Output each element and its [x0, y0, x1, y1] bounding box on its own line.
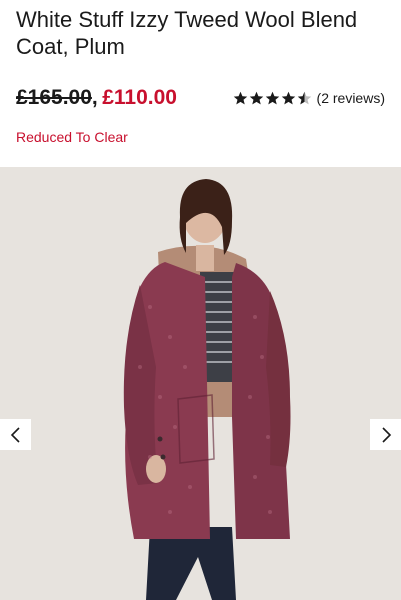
chevron-right-icon	[381, 426, 391, 443]
star-icon	[233, 91, 247, 104]
chevron-left-icon	[10, 426, 20, 443]
product-page: White Stuff Izzy Tweed Wool Blend Coat, …	[0, 0, 401, 600]
star-icon	[249, 91, 263, 104]
star-icon	[297, 91, 311, 104]
promo-label: Reduced To Clear	[16, 129, 128, 145]
star-icon	[281, 91, 295, 104]
sale-price: £110.00	[102, 86, 177, 109]
product-image	[0, 167, 401, 600]
prices: £165.00, £110.00	[16, 84, 177, 114]
star-icon	[265, 91, 279, 104]
previous-image-button[interactable]	[0, 419, 31, 450]
original-price: £165.00	[16, 86, 92, 109]
next-image-button[interactable]	[370, 419, 401, 450]
product-title: White Stuff Izzy Tweed Wool Blend Coat, …	[16, 7, 358, 59]
rating-summary[interactable]: (2 reviews)	[233, 86, 385, 110]
product-image-gallery[interactable]	[0, 167, 401, 600]
star-rating	[233, 91, 312, 106]
reviews-link[interactable]: (2 reviews)	[317, 90, 385, 106]
price-separator: ,	[91, 86, 98, 109]
price-row: £165.00, £110.00 (2 reviews)	[16, 84, 385, 112]
